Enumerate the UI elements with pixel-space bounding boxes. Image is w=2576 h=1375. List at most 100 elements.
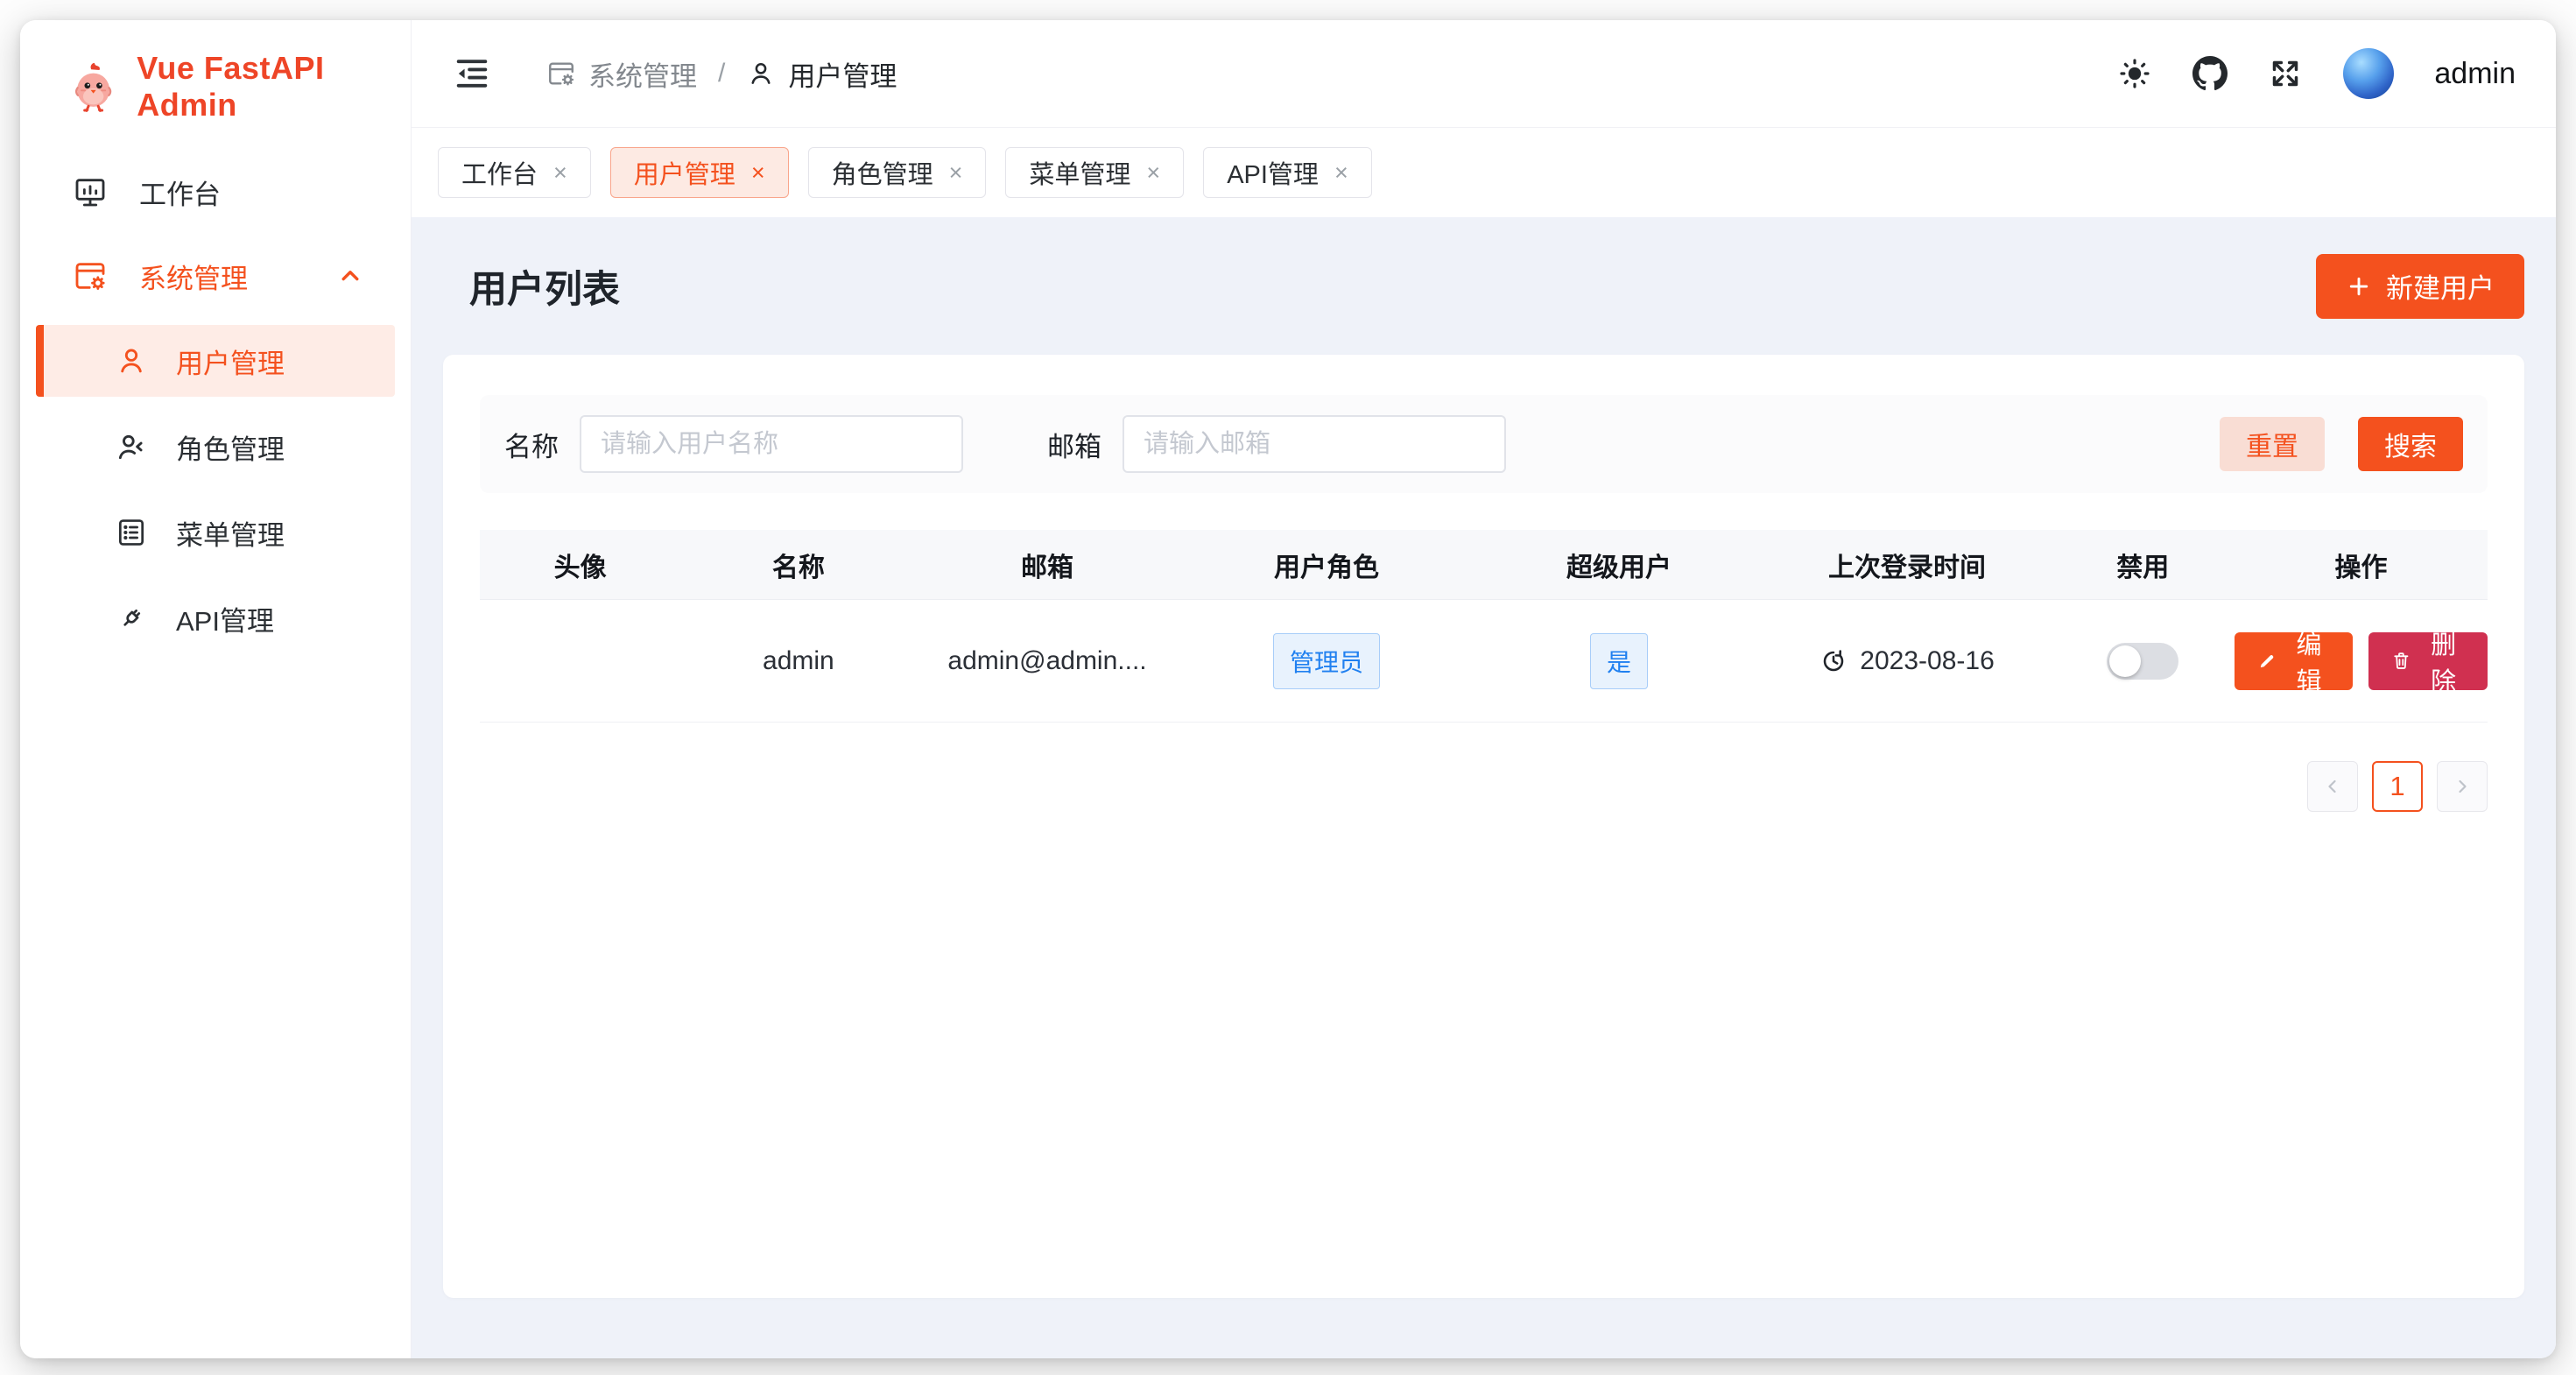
tabbar: 工作台 × 用户管理 × 角色管理 × 菜单管理 × API管理 × (412, 128, 2556, 217)
user-icon (746, 59, 776, 88)
tab-workbench[interactable]: 工作台 × (438, 147, 591, 198)
content-area: 用户列表 新建用户 名称 邮箱 重置 搜索 (412, 217, 2556, 1358)
superuser-cell: 是 (1475, 600, 1763, 722)
tab-label: 菜单管理 (1029, 154, 1130, 191)
chevron-up-icon (335, 261, 365, 291)
edit-label: 编辑 (2288, 624, 2331, 698)
tab-role-management[interactable]: 角色管理 × (808, 147, 987, 198)
sidebar-item-api-management[interactable]: API管理 (36, 582, 395, 654)
name-filter-label: 名称 (504, 425, 559, 464)
tab-label: 角色管理 (832, 154, 933, 191)
sidebar-item-user-management[interactable]: 用户管理 (36, 325, 395, 397)
theme-sun-icon[interactable] (2117, 56, 2152, 91)
tab-label: 工作台 (461, 154, 538, 191)
sidebar: Vue FastAPI Admin 工作台 系统管理 (20, 20, 412, 1358)
topbar-actions: admin (2117, 48, 2516, 99)
sidebar-item-role-management[interactable]: 角色管理 (36, 411, 395, 483)
user-icon (115, 344, 148, 377)
close-icon[interactable]: × (751, 159, 765, 187)
breadcrumb-separator: / (718, 59, 725, 88)
sidebar-item-label: 角色管理 (176, 427, 285, 467)
disabled-toggle[interactable] (2107, 643, 2178, 680)
sidebar-menu: 工作台 系统管理 用户管理 (20, 153, 411, 1358)
last-login-date: 2023-08-16 (1860, 646, 1994, 676)
delete-button[interactable]: 删除 (2368, 632, 2488, 690)
sidebar-item-menu-management[interactable]: 菜单管理 (36, 497, 395, 568)
tab-api-management[interactable]: API管理 × (1203, 147, 1372, 198)
column-header-name: 名称 (680, 530, 916, 599)
sidebar-item-label: 系统管理 (139, 257, 248, 296)
tab-menu-management[interactable]: 菜单管理 × (1005, 147, 1184, 198)
sidebar-item-workbench[interactable]: 工作台 (36, 157, 395, 227)
app-title: Vue FastAPI Admin (137, 50, 411, 123)
create-user-label: 新建用户 (2386, 266, 2495, 306)
search-button[interactable]: 搜索 (2358, 417, 2463, 471)
close-icon[interactable]: × (1146, 159, 1160, 187)
column-header-role: 用户角色 (1179, 530, 1475, 599)
tab-user-management[interactable]: 用户管理 × (610, 147, 789, 198)
delete-label: 删除 (2422, 624, 2465, 698)
app-logo[interactable]: Vue FastAPI Admin (20, 20, 411, 153)
workbench-icon (73, 174, 108, 209)
user-list-card: 名称 邮箱 重置 搜索 头像 名称 邮箱 用户角色 超级用户 (443, 355, 2524, 1298)
role-icon (115, 430, 148, 463)
column-header-email: 邮箱 (916, 530, 1178, 599)
app-window: Vue FastAPI Admin 工作台 系统管理 (20, 20, 2556, 1358)
menu-list-icon (115, 516, 148, 549)
breadcrumb-label: 系统管理 (588, 54, 697, 94)
sidebar-item-label: 工作台 (139, 173, 221, 212)
plus-icon (2346, 273, 2372, 300)
column-header-actions: 操作 (2235, 530, 2488, 599)
last-login: 2023-08-16 (1819, 646, 1994, 676)
clock-history-icon (1819, 647, 1848, 675)
close-icon[interactable]: × (1334, 159, 1348, 187)
chick-logo-icon (67, 59, 119, 115)
name-filter-input[interactable] (580, 415, 963, 473)
column-header-avatar: 头像 (480, 530, 680, 599)
user-table: 头像 名称 邮箱 用户角色 超级用户 上次登录时间 禁用 操作 admin ad… (480, 530, 2488, 723)
page-header: 用户列表 新建用户 (443, 217, 2524, 355)
chevron-left-icon (2322, 776, 2343, 797)
pagination: 1 (480, 761, 2488, 812)
fullscreen-icon[interactable] (2268, 56, 2303, 91)
column-header-last-login: 上次登录时间 (1763, 530, 2052, 599)
trash-icon (2391, 649, 2411, 673)
pencil-icon (2257, 649, 2277, 673)
menu-fold-icon[interactable] (452, 53, 492, 94)
github-icon[interactable] (2192, 56, 2228, 91)
topbar: 系统管理 / 用户管理 (412, 20, 2556, 128)
close-icon[interactable]: × (949, 159, 963, 187)
chevron-right-icon (2452, 776, 2473, 797)
tab-label: API管理 (1227, 154, 1319, 191)
email-filter-input[interactable] (1123, 415, 1506, 473)
column-header-superuser: 超级用户 (1475, 530, 1763, 599)
email-filter-label: 邮箱 (1047, 425, 1101, 464)
breadcrumb-item-user[interactable]: 用户管理 (746, 54, 897, 94)
role-badge: 管理员 (1273, 633, 1380, 689)
sidebar-item-label: 用户管理 (176, 342, 285, 381)
create-user-button[interactable]: 新建用户 (2316, 254, 2524, 319)
column-header-disabled: 禁用 (2052, 530, 2235, 599)
system-settings-icon (73, 258, 108, 293)
page-1-button[interactable]: 1 (2372, 761, 2423, 812)
edit-button[interactable]: 编辑 (2235, 632, 2354, 690)
user-avatar[interactable] (2343, 48, 2394, 99)
tab-label: 用户管理 (634, 154, 735, 191)
main-area: 系统管理 / 用户管理 (412, 20, 2556, 1358)
breadcrumb-label: 用户管理 (788, 54, 897, 94)
toggle-knob (2109, 645, 2141, 677)
breadcrumb: 系统管理 / 用户管理 (546, 54, 897, 94)
table-row: admin admin@admin.... 管理员 是 (480, 600, 2488, 723)
next-page-button[interactable] (2437, 761, 2488, 812)
reset-button[interactable]: 重置 (2220, 417, 2325, 471)
breadcrumb-item-system[interactable]: 系统管理 (546, 54, 697, 94)
prev-page-button[interactable] (2307, 761, 2358, 812)
sidebar-item-system[interactable]: 系统管理 (36, 241, 395, 311)
page-title: 用户列表 (443, 259, 620, 314)
username[interactable]: admin (2434, 57, 2516, 91)
avatar-cell (480, 600, 680, 722)
sidebar-item-label: API管理 (176, 599, 274, 638)
api-plug-icon (115, 602, 148, 635)
superuser-badge: 是 (1590, 633, 1648, 689)
close-icon[interactable]: × (553, 159, 567, 187)
